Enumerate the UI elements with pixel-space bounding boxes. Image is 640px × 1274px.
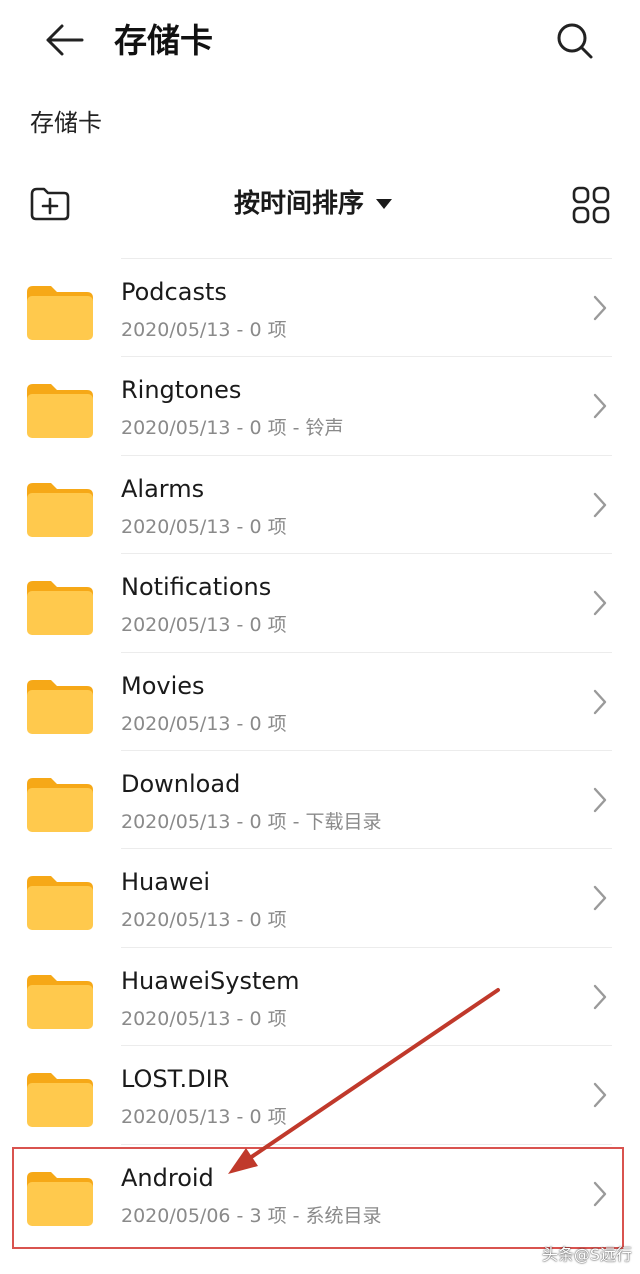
watermark: 头条@S远行 — [541, 1245, 632, 1264]
folder-icon — [27, 876, 93, 931]
folder-icon — [27, 482, 93, 537]
folder-meta: 2020/05/13 - 0 项 — [121, 515, 287, 538]
folder-row-podcasts[interactable]: Podcasts 2020/05/13 - 0 项 — [0, 258, 640, 356]
folder-row-huaweisystem[interactable]: HuaweiSystem 2020/05/13 - 0 项 — [0, 946, 640, 1045]
folder-row-notifications[interactable]: Notifications 2020/05/13 - 0 项 — [0, 553, 640, 651]
folder-icon — [27, 1073, 93, 1128]
chevron-right-icon — [593, 492, 607, 517]
folder-meta: 2020/05/13 - 0 项 — [121, 712, 287, 735]
breadcrumb[interactable]: 存储卡 — [30, 106, 102, 140]
grid-view-icon — [572, 186, 610, 224]
chevron-right-icon — [593, 787, 607, 813]
folder-icon — [27, 581, 93, 636]
folder-icon — [27, 1171, 93, 1226]
folder-meta: 2020/05/13 - 0 项 — [121, 909, 287, 932]
folder-name: Download — [121, 769, 241, 798]
search-icon — [557, 23, 593, 59]
folder-meta: 2020/05/13 - 0 项 — [121, 1007, 287, 1030]
chevron-right-icon — [593, 984, 607, 1009]
page-title: 存储卡 — [114, 21, 213, 60]
folder-name: Huawei — [121, 868, 211, 897]
arrow-left-icon — [46, 24, 84, 56]
back-button[interactable] — [40, 18, 88, 62]
folder-row-lost-dir[interactable]: LOST.DIR 2020/05/13 - 0 项 — [0, 1045, 640, 1143]
sort-label: 按时间排序 — [234, 189, 365, 219]
folder-meta: 2020/05/13 - 0 项 - 下载目录 — [121, 810, 382, 833]
search-button[interactable] — [552, 18, 598, 64]
folder-name: HuaweiSystem — [121, 966, 300, 995]
folder-meta: 2020/05/13 - 0 项 — [121, 319, 287, 341]
folder-row-android[interactable]: Android 2020/05/06 - 3 项 - 系统目录 — [0, 1143, 640, 1242]
folder-meta: 2020/05/06 - 3 项 - 系统目录 — [121, 1204, 382, 1227]
chevron-right-icon — [593, 295, 607, 321]
chevron-right-icon — [593, 886, 607, 911]
folder-name: Alarms — [121, 474, 205, 503]
chevron-right-icon — [593, 394, 607, 419]
folder-name: LOST.DIR — [121, 1065, 230, 1094]
folder-name: Ringtones — [121, 376, 242, 405]
chevron-right-icon — [593, 689, 607, 714]
new-folder-button[interactable] — [26, 182, 74, 226]
sort-dropdown[interactable]: 按时间排序 — [234, 182, 393, 226]
folder-name: Podcasts — [121, 278, 227, 306]
folder-meta: 2020/05/13 - 0 项 - 铃声 — [121, 417, 344, 440]
app-header: 存储卡 — [0, 0, 640, 84]
folder-row-movies[interactable]: Movies 2020/05/13 - 0 项 — [0, 651, 640, 750]
chevron-right-icon — [593, 590, 607, 616]
chevron-right-icon — [593, 1082, 607, 1108]
chevron-right-icon — [593, 1181, 607, 1206]
folder-row-alarms[interactable]: Alarms 2020/05/13 - 0 项 — [0, 454, 640, 553]
caret-down-icon — [376, 199, 393, 209]
folder-row-ringtones[interactable]: Ringtones 2020/05/13 - 0 项 - 铃声 — [0, 356, 640, 454]
folder-icon — [27, 286, 93, 340]
folder-icon — [27, 679, 93, 734]
folder-name: Notifications — [121, 573, 272, 602]
folder-meta: 2020/05/13 - 0 项 — [121, 614, 287, 637]
folder-name: Movies — [121, 671, 205, 700]
folder-row-download[interactable]: Download 2020/05/13 - 0 项 - 下载目录 — [0, 749, 640, 848]
folder-meta: 2020/05/13 - 0 项 — [121, 1106, 287, 1129]
folder-name: Android — [121, 1163, 214, 1192]
folder-list: Podcasts 2020/05/13 - 0 项 Ringtones 2020… — [0, 258, 640, 1242]
folder-add-icon — [30, 187, 70, 221]
folder-icon — [27, 974, 93, 1029]
toolbar: 按时间排序 — [0, 176, 640, 234]
folder-icon — [27, 384, 93, 439]
view-toggle-button[interactable] — [568, 182, 614, 228]
folder-row-huawei[interactable]: Huawei 2020/05/13 - 0 项 — [0, 848, 640, 946]
folder-icon — [27, 777, 93, 832]
